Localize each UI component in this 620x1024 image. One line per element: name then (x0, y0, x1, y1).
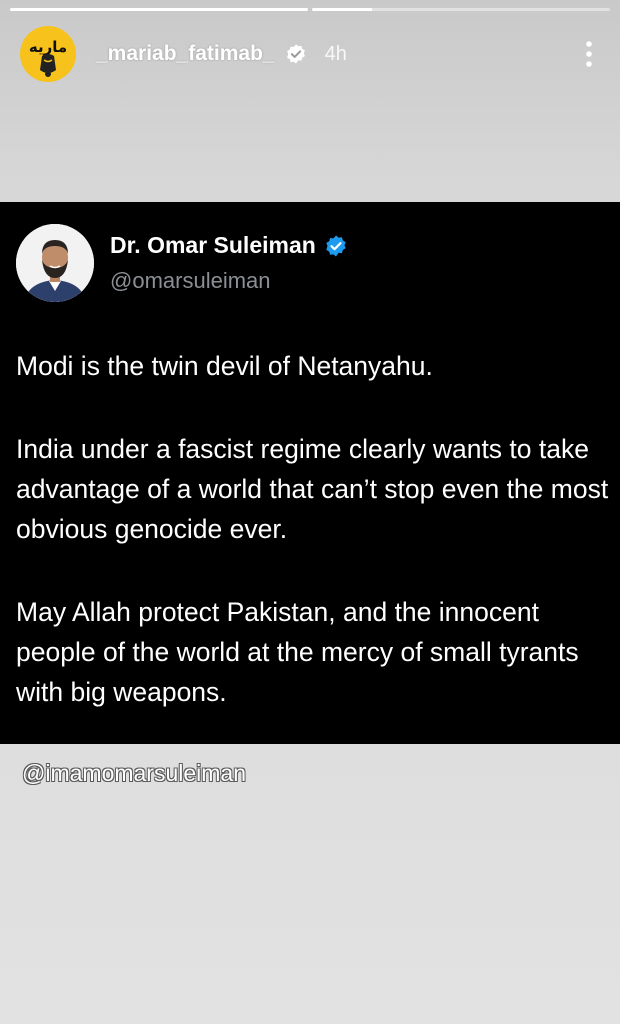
tweet-author-avatar (16, 224, 94, 302)
story-username[interactable]: _mariab_fatimab_ (96, 42, 275, 66)
avatar-illustration (40, 54, 56, 77)
tweet-author-handle: @omarsuleiman (110, 268, 271, 293)
verified-badge-icon (326, 235, 346, 256)
avatar[interactable]: ماريه (20, 26, 76, 82)
verified-badge-icon (286, 44, 305, 64)
story-progress-segment-2 (312, 8, 610, 11)
mention-sticker[interactable]: @imamomarsuleiman (22, 760, 246, 787)
tweet-author-name-text: Dr. Omar Suleiman (110, 232, 316, 258)
story-progress (10, 8, 610, 11)
tweet-paragraph: India under a fascist regime clearly wan… (16, 434, 609, 544)
tweet-paragraph: Modi is the twin devil of Netanyahu. (16, 351, 433, 381)
story-progress-segment-1 (10, 8, 308, 11)
tweet-author-name: Dr. Omar Suleiman (110, 232, 348, 259)
story-header: ماريه _mariab_fatimab_ 4h (20, 26, 600, 82)
tweet-paragraph: May Allah protect Pakistan, and the inno… (16, 597, 579, 707)
tweet-card: Dr. Omar Suleiman @omarsuleiman Modi is … (0, 202, 620, 744)
story-timestamp: 4h (324, 42, 347, 65)
tweet-text: Modi is the twin devil of Netanyahu. Ind… (16, 346, 612, 755)
more-options-icon[interactable] (584, 40, 594, 68)
